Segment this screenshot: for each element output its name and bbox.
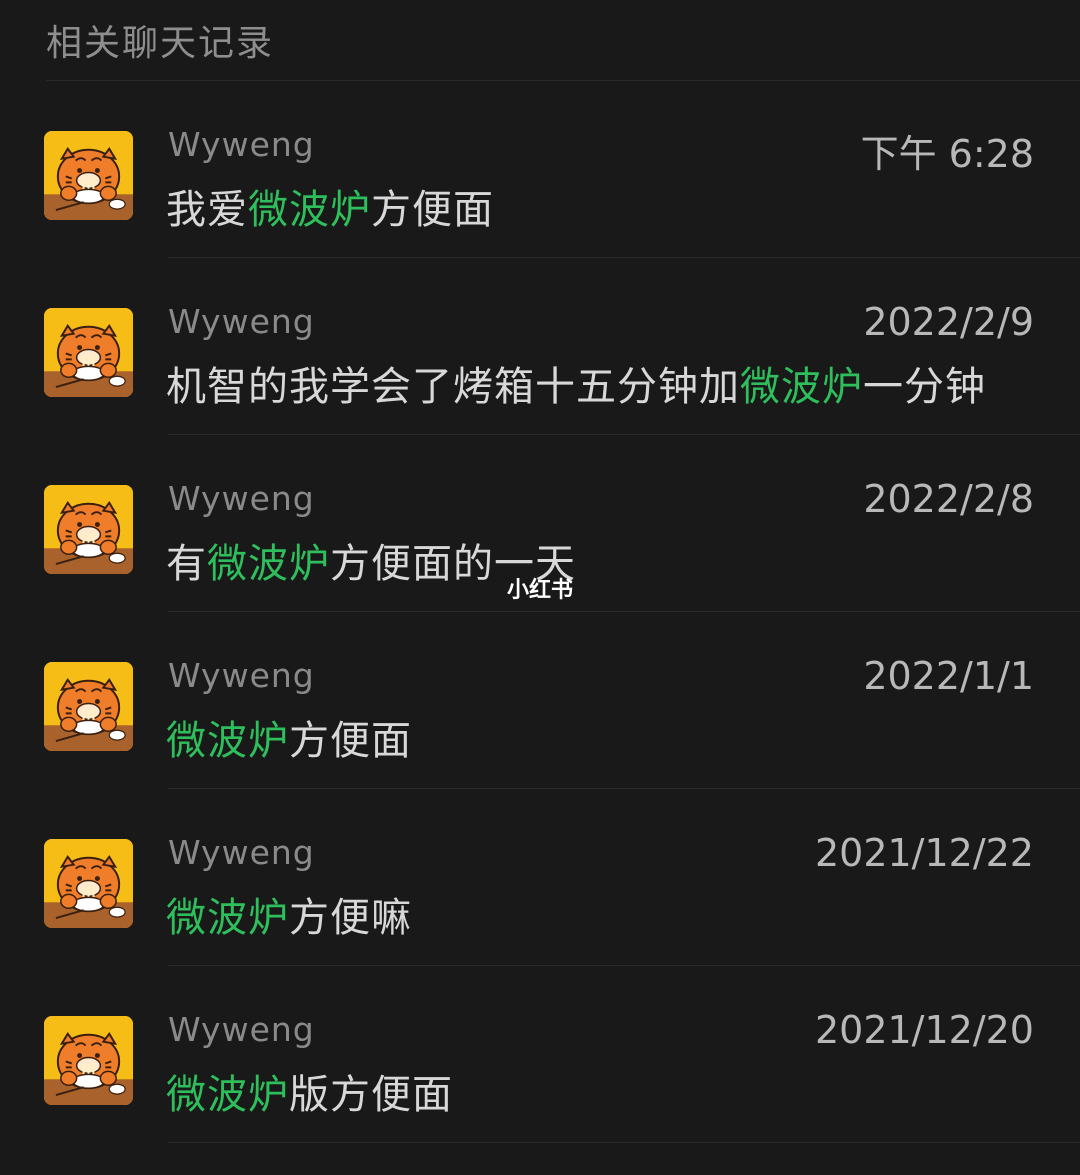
tiger-eating-noodles-icon xyxy=(44,839,133,928)
tiger-eating-noodles-icon xyxy=(44,131,133,220)
chat-result-row[interactable]: Wyweng 下午 6:28 我爱微波炉方便面 xyxy=(0,81,1080,258)
message-time: 下午 6:28 xyxy=(860,132,1034,176)
chat-result-row[interactable]: Wyweng 2021/12/22 微波炉方便嘛 xyxy=(0,789,1080,966)
message-text-after: 一分钟 xyxy=(863,364,986,410)
message-text-after: 版方便面 xyxy=(289,1072,453,1118)
message-time: 2022/2/8 xyxy=(863,477,1034,521)
sender-name: Wyweng xyxy=(168,479,315,518)
sender-name: Wyweng xyxy=(168,125,315,164)
keyword-highlight: 微波炉 xyxy=(166,718,289,764)
message-text-before: 有 xyxy=(166,541,207,587)
message-text-before: 机智的我学会了烤箱十五分钟加 xyxy=(166,364,740,410)
sender-name: Wyweng xyxy=(168,833,315,872)
chat-result-row[interactable]: Wyweng 2021/12/20 微波炉版方便面 xyxy=(0,966,1080,1143)
sender-name: Wyweng xyxy=(168,1010,315,1049)
tiger-eating-noodles-icon xyxy=(44,485,133,574)
tiger-eating-noodles-icon xyxy=(44,662,133,751)
keyword-highlight: 微波炉 xyxy=(166,1072,289,1118)
message-text-before: 我爱 xyxy=(166,187,248,233)
chat-results-list: Wyweng 下午 6:28 我爱微波炉方便面 Wyweng 2022/2/9 … xyxy=(0,81,1080,1143)
chat-result-row[interactable]: Wyweng 2022/1/1 微波炉方便面 xyxy=(0,612,1080,789)
keyword-highlight: 微波炉 xyxy=(740,364,863,410)
message-text-after: 方便面 xyxy=(371,187,494,233)
message-text: 机智的我学会了烤箱十五分钟加微波炉一分钟 xyxy=(166,354,986,412)
sender-name: Wyweng xyxy=(168,302,315,341)
message-text: 微波炉版方便面 xyxy=(166,1062,453,1120)
chat-result-row[interactable]: Wyweng 2022/2/9 机智的我学会了烤箱十五分钟加微波炉一分钟 xyxy=(0,258,1080,435)
message-time: 2021/12/22 xyxy=(814,831,1034,875)
keyword-highlight: 微波炉 xyxy=(207,541,330,587)
message-time: 2021/12/20 xyxy=(814,1008,1034,1052)
message-text-after: 方便面 xyxy=(289,718,412,764)
message-text: 我爱微波炉方便面 xyxy=(166,177,494,235)
message-time: 2022/2/9 xyxy=(863,300,1034,344)
section-title: 相关聊天记录 xyxy=(46,23,275,64)
message-text: 微波炉方便嘛 xyxy=(166,885,412,943)
message-time: 2022/1/1 xyxy=(863,654,1034,698)
message-text-after: 方便嘛 xyxy=(289,895,412,941)
tiger-eating-noodles-icon xyxy=(44,1016,133,1105)
sender-name: Wyweng xyxy=(168,656,315,695)
keyword-highlight: 微波炉 xyxy=(166,895,289,941)
message-text: 微波炉方便面 xyxy=(166,708,412,766)
tiger-eating-noodles-icon xyxy=(44,308,133,397)
keyword-highlight: 微波炉 xyxy=(248,187,371,233)
watermark: 小红书 xyxy=(507,578,574,603)
